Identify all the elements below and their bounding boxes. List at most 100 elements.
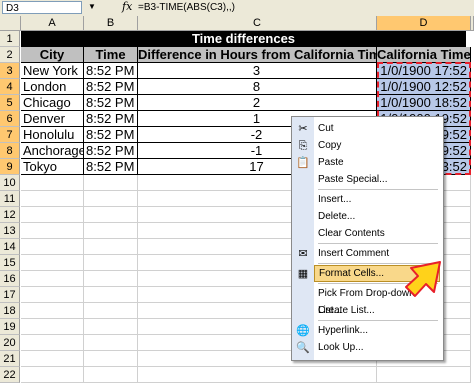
cell[interactable]: [84, 271, 138, 287]
menu-item-format-cells[interactable]: Format Cells...: [314, 265, 440, 282]
table-cell[interactable]: Honolulu: [21, 127, 84, 143]
cell[interactable]: [84, 319, 138, 335]
cell[interactable]: [21, 223, 84, 239]
table-header-cell[interactable]: City: [21, 47, 84, 63]
row-header-5[interactable]: 5: [0, 95, 20, 111]
cell[interactable]: [377, 367, 471, 383]
menu-separator: [318, 243, 438, 244]
menu-separator: [318, 189, 438, 190]
table-cell[interactable]: 8:52 PM: [84, 95, 138, 111]
cell[interactable]: [84, 255, 138, 271]
chevron-down-icon[interactable]: ▼: [88, 2, 96, 11]
cell[interactable]: [84, 303, 138, 319]
cell[interactable]: [21, 191, 84, 207]
table-cell[interactable]: Anchorage: [21, 143, 84, 159]
table-cell[interactable]: 8:52 PM: [84, 111, 138, 127]
table-cell[interactable]: Chicago: [21, 95, 84, 111]
cell[interactable]: [138, 367, 377, 383]
table-cell[interactable]: New York: [21, 63, 84, 79]
row-header-4[interactable]: 4: [0, 79, 20, 95]
table-cell[interactable]: 8:52 PM: [84, 63, 138, 79]
cell[interactable]: [21, 255, 84, 271]
table-header-cell[interactable]: Difference in Hours from California Time: [138, 47, 377, 63]
column-header-a[interactable]: A: [21, 16, 84, 31]
menu-item-insert[interactable]: Insert...: [314, 191, 440, 208]
table-cell[interactable]: 2: [138, 95, 377, 111]
menu-item-pick-from-drop-down-list[interactable]: Pick From Drop-down List...: [314, 285, 440, 316]
scissors-icon: ✂: [298, 123, 308, 135]
row-header-12[interactable]: 12: [0, 207, 20, 223]
formula-text[interactable]: =B3-TIME(ABS(C3),,): [138, 1, 235, 14]
cell[interactable]: [84, 223, 138, 239]
row-header-19[interactable]: 19: [0, 319, 20, 335]
column-header-c[interactable]: C: [138, 16, 377, 31]
row-header-18[interactable]: 18: [0, 303, 20, 319]
menu-item-clear-contents[interactable]: Clear Contents: [314, 225, 440, 242]
cell[interactable]: [21, 303, 84, 319]
table-cell[interactable]: 8:52 PM: [84, 143, 138, 159]
row-header-21[interactable]: 21: [0, 351, 20, 367]
menu-item-look-up[interactable]: Look Up...: [314, 339, 440, 356]
row-header-16[interactable]: 16: [0, 271, 20, 287]
row-header-9[interactable]: 9: [0, 159, 20, 175]
cell[interactable]: [21, 367, 84, 383]
cell[interactable]: [21, 207, 84, 223]
row-header-1[interactable]: 1: [0, 31, 20, 47]
cell[interactable]: [84, 239, 138, 255]
menu-separator: [318, 263, 438, 264]
select-all-corner[interactable]: [0, 16, 21, 31]
menu-item-paste[interactable]: Paste: [314, 154, 440, 171]
cell[interactable]: [84, 367, 138, 383]
row-header-14[interactable]: 14: [0, 239, 20, 255]
menu-item-label: Insert...: [318, 194, 352, 205]
table-header-cell[interactable]: California Time: [377, 47, 471, 63]
row-header-11[interactable]: 11: [0, 191, 20, 207]
menu-item-delete[interactable]: Delete...: [314, 208, 440, 225]
column-header-b[interactable]: B: [84, 16, 138, 31]
row-header-3[interactable]: 3: [0, 63, 20, 79]
cell[interactable]: [21, 319, 84, 335]
menu-item-copy[interactable]: Copy: [314, 137, 440, 154]
table-cell[interactable]: Denver: [21, 111, 84, 127]
table-cell[interactable]: 3: [138, 63, 377, 79]
row-header-2[interactable]: 2: [0, 47, 20, 63]
table-cell[interactable]: 8:52 PM: [84, 127, 138, 143]
cell[interactable]: [21, 239, 84, 255]
row-header-17[interactable]: 17: [0, 287, 20, 303]
row-header-13[interactable]: 13: [0, 223, 20, 239]
cell[interactable]: [84, 191, 138, 207]
row-header-7[interactable]: 7: [0, 127, 20, 143]
menu-item-label: Copy: [318, 140, 342, 151]
table-cell[interactable]: London: [21, 79, 84, 95]
table-cell[interactable]: 8:52 PM: [84, 159, 138, 175]
cell[interactable]: [84, 207, 138, 223]
row-header-22[interactable]: 22: [0, 367, 20, 383]
table-cell[interactable]: 8:52 PM: [84, 79, 138, 95]
table-cell[interactable]: Tokyo: [21, 159, 84, 175]
row-header-10[interactable]: 10: [0, 175, 20, 191]
cell[interactable]: [21, 175, 84, 191]
row-header-15[interactable]: 15: [0, 255, 20, 271]
row-header-6[interactable]: 6: [0, 111, 20, 127]
cell[interactable]: [84, 335, 138, 351]
menu-item-cut[interactable]: Cut: [314, 120, 440, 137]
menu-item-paste-special[interactable]: Paste Special...: [314, 171, 440, 188]
cell[interactable]: [84, 287, 138, 303]
cell[interactable]: [21, 287, 84, 303]
menu-item-insert-comment[interactable]: Insert Comment: [314, 245, 440, 262]
menu-item-label: Format Cells...: [319, 268, 385, 279]
row-header-20[interactable]: 20: [0, 335, 20, 351]
menu-item-hyperlink[interactable]: Hyperlink...: [314, 322, 440, 339]
cell[interactable]: [21, 351, 84, 367]
function-icon[interactable]: fx: [122, 0, 132, 13]
row-header-8[interactable]: 8: [0, 143, 20, 159]
table-cell[interactable]: 8: [138, 79, 377, 95]
name-box[interactable]: D3: [2, 1, 82, 14]
cell[interactable]: [21, 271, 84, 287]
column-header-d[interactable]: D: [377, 16, 471, 31]
cell[interactable]: [84, 175, 138, 191]
table-header-cell[interactable]: Time: [84, 47, 138, 63]
cell[interactable]: [21, 335, 84, 351]
menu-item-create-list[interactable]: Create List...: [314, 302, 440, 319]
cell[interactable]: [84, 351, 138, 367]
